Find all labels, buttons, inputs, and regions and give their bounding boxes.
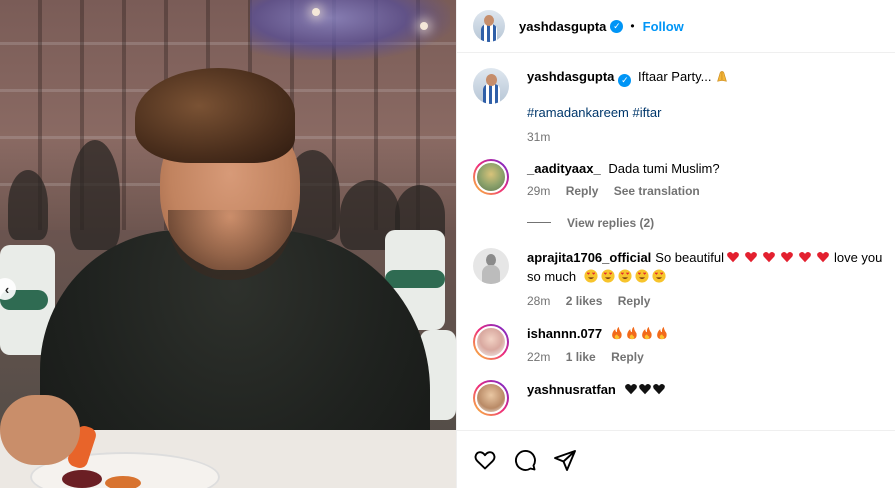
heart-emoji-row: [724, 250, 834, 265]
photo-light: [312, 8, 320, 16]
photo-food: [62, 470, 102, 488]
author-avatar[interactable]: [473, 10, 505, 42]
caption-hashtags[interactable]: #ramadankareem #iftar: [527, 105, 732, 120]
comment-item: yashnusratfan: [473, 379, 895, 416]
comment-likes-count[interactable]: 2 likes: [566, 294, 603, 308]
comment-username[interactable]: yashnusratfan: [527, 382, 616, 397]
comment-text-continued: love you: [833, 249, 883, 265]
photo-man-arm: [0, 395, 80, 465]
commenter-avatar[interactable]: [473, 323, 509, 360]
folded-hands-emoji-icon: [717, 71, 727, 82]
post-action-bar: [457, 430, 895, 488]
comment-text: Dada tumi Muslim?: [608, 160, 720, 176]
chevron-left-icon: ‹: [4, 281, 10, 297]
comment-item: ishannn.077 22m 1 like Reply: [473, 323, 895, 364]
comment-username[interactable]: _aadityaax_: [527, 161, 601, 176]
caption-timestamp: 31m: [527, 129, 551, 144]
commenter-avatar[interactable]: [473, 247, 509, 284]
photo-man-hair: [135, 68, 295, 163]
reply-button[interactable]: Reply: [611, 350, 644, 364]
reply-button[interactable]: Reply: [618, 294, 651, 308]
verified-badge-icon: ✓: [610, 19, 624, 33]
caption-username[interactable]: yashdasgupta: [527, 69, 614, 84]
follow-button[interactable]: Follow: [643, 19, 684, 34]
photo-curtain: [250, 0, 450, 60]
view-replies-button[interactable]: View replies (2): [527, 216, 895, 230]
commenter-avatar[interactable]: [473, 379, 509, 416]
comment-text-end: so much: [527, 268, 577, 284]
fire-emoji-row: [610, 326, 672, 341]
comment-timestamp: 28m: [527, 293, 551, 308]
post-caption: yashdasgupta ✓ Iftaar Party... #ramadanka…: [473, 54, 895, 144]
comment-item: _aadityaax_ Dada tumi Muslim? 29m Reply …: [473, 158, 895, 198]
comment-timestamp: 29m: [527, 183, 551, 198]
photo-guest: [70, 140, 120, 250]
photo-light: [420, 22, 428, 30]
comment-text: So beautiful: [655, 249, 724, 265]
post-photo[interactable]: ‹: [0, 0, 456, 488]
commenter-avatar[interactable]: [473, 158, 509, 195]
comment-username[interactable]: aprajita1706_official: [527, 250, 651, 265]
photo-food: [105, 476, 141, 488]
comment-likes-count[interactable]: 1 like: [566, 350, 596, 364]
photo-guest: [8, 170, 48, 240]
heart-eyes-emoji-row: [584, 268, 669, 284]
share-icon[interactable]: [553, 448, 577, 472]
photo-chair-sash: [385, 270, 445, 288]
separator-dot: •: [630, 19, 635, 33]
comments-list[interactable]: yashdasgupta ✓ Iftaar Party... #ramadanka…: [457, 54, 895, 430]
black-heart-emoji-row: [624, 382, 669, 397]
view-replies-label: View replies (2): [567, 215, 655, 230]
reply-button[interactable]: Reply: [566, 184, 599, 198]
comment-icon[interactable]: [513, 448, 537, 472]
see-translation-button[interactable]: See translation: [614, 184, 700, 198]
author-username[interactable]: yashdasgupta: [519, 19, 606, 34]
instagram-post-modal: ‹ yashdasgupta ✓ • Follow yashdasgupta ✓…: [0, 0, 895, 488]
comment-username[interactable]: ishannn.077: [527, 326, 602, 341]
heart-icon[interactable]: [473, 448, 497, 472]
caption-text: Iftaar Party...: [638, 69, 712, 84]
author-avatar[interactable]: [473, 68, 509, 104]
verified-badge-icon: ✓: [618, 73, 632, 87]
post-header: yashdasgupta ✓ • Follow: [457, 0, 895, 53]
comment-timestamp: 22m: [527, 349, 551, 364]
post-side-panel: yashdasgupta ✓ • Follow yashdasgupta ✓ If…: [456, 0, 895, 488]
comment-item: aprajita1706_official So beautiful love yo…: [473, 247, 895, 308]
view-replies-line: [527, 222, 551, 223]
